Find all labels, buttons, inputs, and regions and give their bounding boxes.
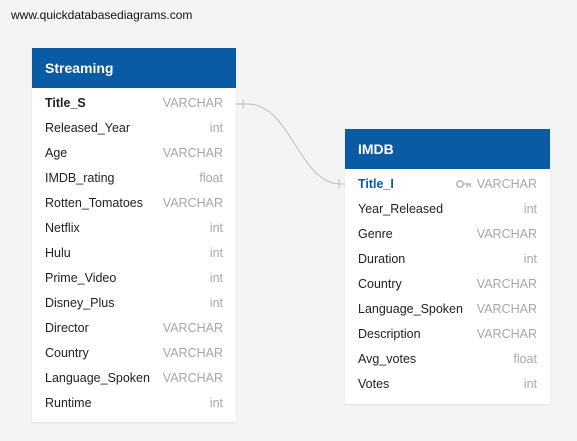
field-name: Title_S [45,96,86,110]
field-type: int [209,396,223,410]
field-type: VARCHAR [162,321,223,335]
field-type: int [209,296,223,310]
field-name: Hulu [45,246,71,260]
field-type: int [209,121,223,135]
field-row[interactable]: Country VARCHAR [345,272,550,297]
field-name: Language_Spoken [358,302,463,316]
key-icon [456,180,471,188]
field-row[interactable]: Rotten_Tomatoes VARCHAR [32,191,236,216]
field-row[interactable]: Runtime int [32,391,236,416]
field-name: Duration [358,252,406,266]
field-type: VARCHAR [476,302,537,316]
field-row[interactable]: Netflix int [32,216,236,241]
field-row[interactable]: Language_Spoken VARCHAR [32,366,236,391]
field-row[interactable]: Avg_votes float [345,347,550,372]
field-type: int [523,377,537,391]
field-row[interactable]: Hulu int [32,241,236,266]
field-row[interactable]: Language_Spoken VARCHAR [345,297,550,322]
field-name: Country [45,346,89,360]
field-type: VARCHAR [162,371,223,385]
field-name: Language_Spoken [45,371,150,385]
field-type: int [209,246,223,260]
field-type: VARCHAR [162,146,223,160]
field-type: float [513,352,537,366]
field-name: Prime_Video [45,271,117,285]
field-row[interactable]: Title_I VARCHAR [345,172,550,197]
field-row[interactable]: Genre VARCHAR [345,222,550,247]
streaming-table[interactable]: Streaming Title_S VARCHAR Released_Year in… [32,48,236,422]
field-type: VARCHAR [476,327,537,341]
field-row[interactable]: Released_Year int [32,116,236,141]
field-name: Title_I [358,177,394,191]
table-header[interactable]: IMDB [345,129,550,169]
field-type: VARCHAR [162,96,223,110]
field-name: Director [45,321,89,335]
field-row[interactable]: IMDB_rating float [32,166,236,191]
field-name: Disney_Plus [45,296,115,310]
field-row[interactable]: Director VARCHAR [32,316,236,341]
field-row[interactable]: Age VARCHAR [32,141,236,166]
imdb-table[interactable]: IMDB Title_I VARCHAR Year_Released int Ge… [345,129,550,404]
field-row[interactable]: Country VARCHAR [32,341,236,366]
field-row[interactable]: Title_S VARCHAR [32,91,236,116]
field-type: VARCHAR [476,277,537,291]
table-header[interactable]: Streaming [32,48,236,88]
field-type: VARCHAR [162,196,223,210]
field-name: Year_Released [358,202,444,216]
field-row[interactable]: Duration int [345,247,550,272]
field-row[interactable]: Prime_Video int [32,266,236,291]
field-row[interactable]: Votes int [345,372,550,397]
field-type: int [523,202,537,216]
field-name: Runtime [45,396,92,410]
field-row[interactable]: Disney_Plus int [32,291,236,316]
field-name: Genre [358,227,393,241]
field-type: VARCHAR [162,346,223,360]
field-type: int [209,271,223,285]
field-type: VARCHAR [476,177,537,191]
field-name: Age [45,146,68,160]
field-name: Released_Year [45,121,131,135]
field-name: Votes [358,377,390,391]
field-name: Country [358,277,402,291]
field-name: IMDB_rating [45,171,115,185]
field-type: int [523,252,537,266]
field-row[interactable]: Description VARCHAR [345,322,550,347]
field-name: Netflix [45,221,80,235]
field-name: Avg_votes [358,352,417,366]
field-name: Rotten_Tomatoes [45,196,143,210]
field-type: VARCHAR [476,227,537,241]
field-name: Description [358,327,421,341]
field-type: int [209,221,223,235]
field-row[interactable]: Year_Released int [345,197,550,222]
field-type: float [199,171,223,185]
